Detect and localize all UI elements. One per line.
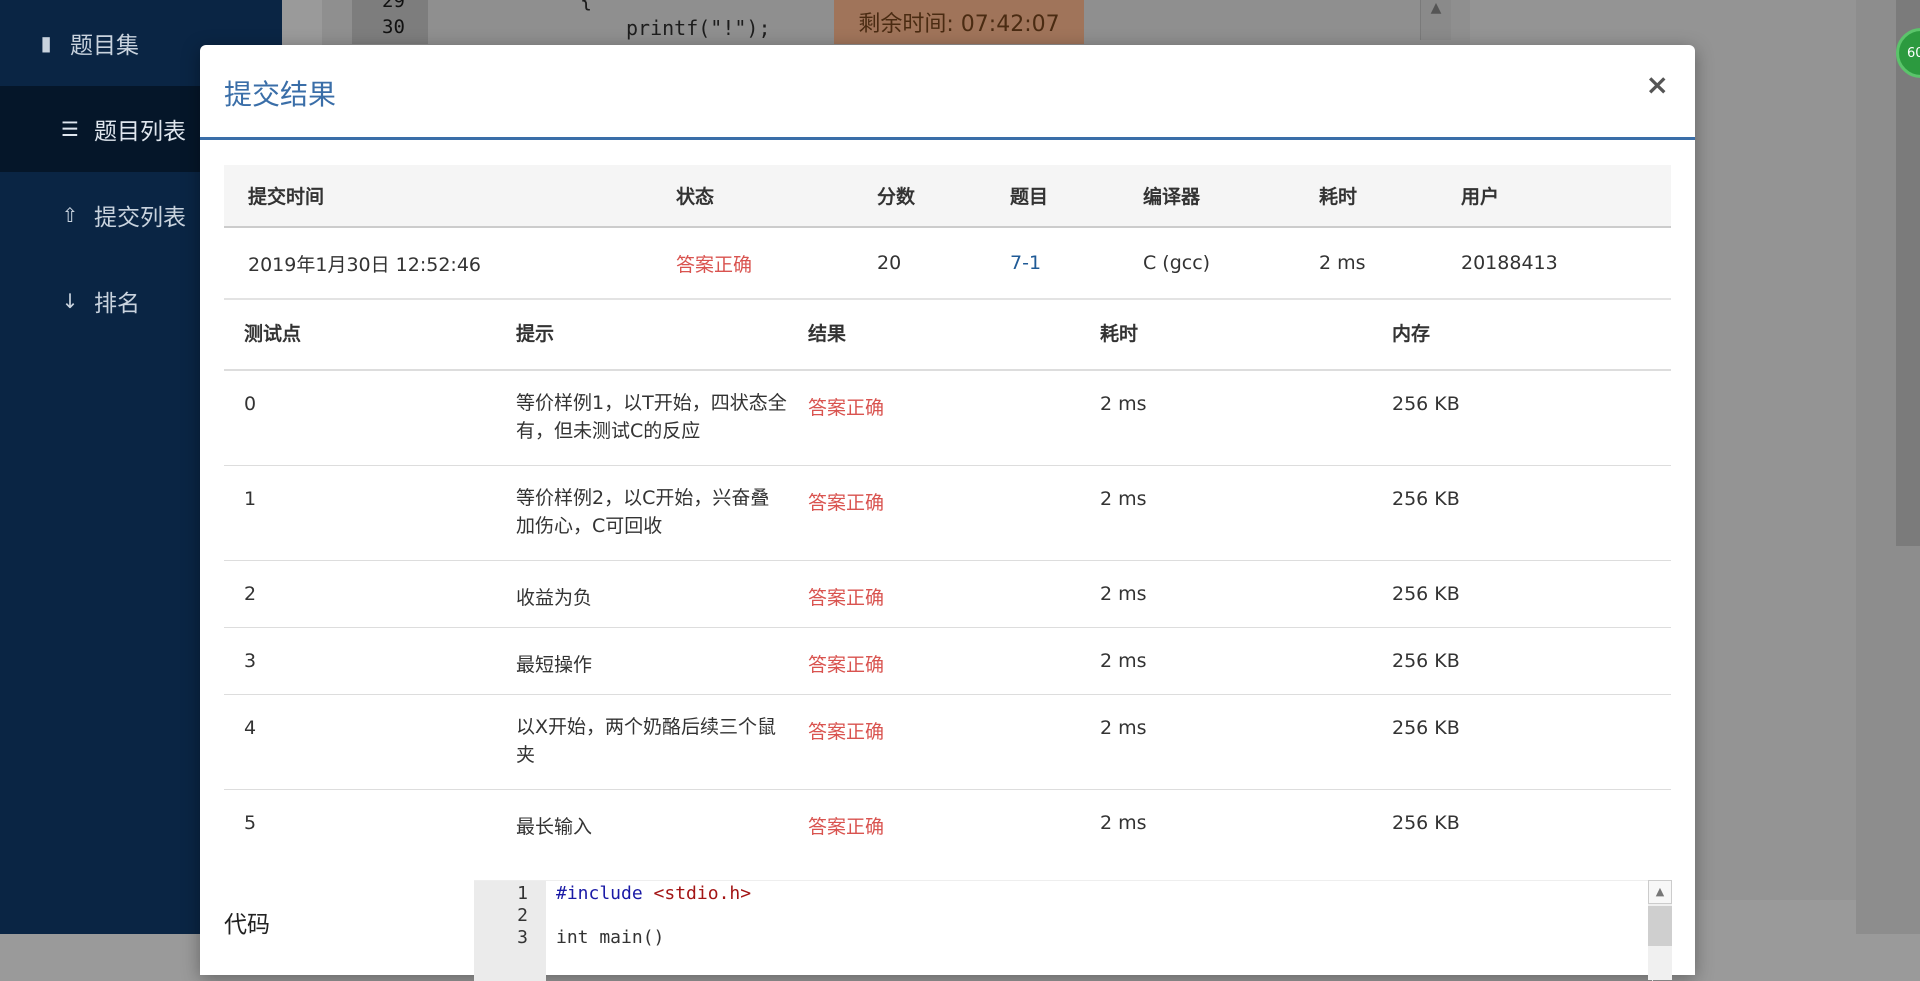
compiler: C (gcc) [1142,227,1318,300]
page-scrollbar-thumb[interactable] [1896,0,1920,546]
testcase-id: 1 [224,465,515,561]
code-line: printf("!"); [626,16,771,40]
sort-numeric-icon: ↓ [61,289,79,313]
table-row: 4 以X开始，两个奶酪后续三个鼠夹 答案正确 2 ms 256 KB [224,694,1671,790]
close-icon[interactable]: × [1646,71,1669,99]
code-line: #include <stdio.h> [556,883,751,904]
table-row: 0 等价样例1，以T开始，四状态全有，但未测试C的反应 答案正确 2 ms 25… [224,370,1671,466]
testcase-memory: 256 KB [1392,811,1460,834]
sidebar-item-label: 提交列表 [94,205,186,231]
header-testcase: 测试点 [224,295,515,371]
background-editor-gutter: 29 30 [352,0,428,44]
sidebar-item-label: 题目列表 [94,119,186,145]
problem-link[interactable]: 7-1 [1009,227,1142,300]
testcase-time: 2 ms [1099,560,1391,628]
header-status: 状态 [675,165,876,228]
testcase-memory: 256 KB [1391,560,1671,628]
code-viewer[interactable]: 1 2 3 #include <stdio.h> int main() [474,880,1670,981]
testcase-hint: 以X开始，两个奶酪后续三个鼠夹 [515,694,807,790]
header-submit-time: 提交时间 [224,165,675,228]
header-result: 结果 [807,295,1099,371]
header-time: 耗时 [1099,295,1391,371]
sidebar-item-label: 排名 [94,291,140,317]
testcase-memory: 256 KB [1391,694,1671,790]
line-number: 2 [517,905,528,926]
header-hint: 提示 [515,295,807,371]
testcase-time: 2 ms [1100,811,1147,834]
testcase-table: 测试点 提示 结果 耗时 内存 0 等价样例1，以T开始，四状态全有，但未测试C… [224,295,1671,856]
testcase-result: 答案正确 [808,815,885,838]
code-keyword: #include [556,883,643,904]
testcase-result: 答案正确 [807,465,1099,561]
code-scrollbar-thumb[interactable] [1648,906,1672,946]
testcase-hint: 最长输入 [516,815,593,838]
testcase-hint: 最短操作 [515,627,807,695]
code-brace: { [580,0,593,12]
testcase-id: 0 [224,370,515,466]
code-line: int main() [556,927,665,948]
modal-title: 提交结果 [224,78,337,111]
testcase-hint: 等价样例2，以C开始，兴奋叠加伤心，C可回收 [515,465,807,561]
testcase-memory: 256 KB [1391,627,1671,695]
list-icon: ☰ [61,117,79,141]
header-memory: 内存 [1391,295,1671,371]
user-id: 20188413 [1460,227,1671,300]
line-number: 1 [517,883,528,904]
testcase-memory: 256 KB [1391,370,1671,466]
header-duration: 耗时 [1318,165,1460,228]
summary-table: 提交时间 状态 分数 题目 编译器 耗时 用户 2019年1月30日 12:52… [224,165,1671,300]
header-user: 用户 [1460,165,1671,228]
header-score: 分数 [876,165,1009,228]
testcase-result: 答案正确 [807,560,1099,628]
remaining-time-banner: 剩余时间: 07:42:07 [834,0,1084,44]
testcase-header-row: 测试点 提示 结果 耗时 内存 [224,295,1671,371]
testcase-time: 2 ms [1099,627,1391,695]
header-problem: 题目 [1009,165,1142,228]
testcase-hint: 收益为负 [515,560,807,628]
testcase-time: 2 ms [1099,465,1391,561]
testcase-id: 5 [244,811,257,834]
code-scrollbar[interactable]: ▲ [1648,880,1672,980]
gutter-line-number: 29 [382,0,405,12]
scroll-up-icon[interactable]: ▲ [1648,880,1672,904]
code-string: <stdio.h> [653,883,752,904]
testcase-time: 2 ms [1099,694,1391,790]
testcase-id: 4 [224,694,515,790]
testcase-time: 2 ms [1099,370,1391,466]
summary-header-row: 提交时间 状态 分数 题目 编译器 耗时 用户 [224,165,1671,228]
background-scrollbar-up[interactable]: ▲ [1420,0,1451,40]
summary-row: 2019年1月30日 12:52:46 答案正确 20 7-1 C (gcc) … [224,227,1671,300]
header-compiler: 编译器 [1142,165,1318,228]
table-row: 3 最短操作 答案正确 2 ms 256 KB [224,627,1671,695]
table-row: 2 收益为负 答案正确 2 ms 256 KB [224,560,1671,628]
submit-time: 2019年1月30日 12:52:46 [224,227,675,300]
testcase-memory: 256 KB [1391,465,1671,561]
testcase-result: 答案正确 [807,627,1099,695]
testcase-result: 答案正确 [807,694,1099,790]
submission-result-modal: 提交结果 × 提交时间 状态 分数 题目 编译器 耗时 用户 2019年1月30… [200,45,1695,981]
table-row: 1 等价样例2，以C开始，兴奋叠加伤心，C可回收 答案正确 2 ms 256 K… [224,465,1671,561]
testcase-id: 3 [224,627,515,695]
page-scrollbar[interactable] [1856,0,1920,934]
line-number: 3 [517,927,528,948]
testcase-id: 2 [224,560,515,628]
code-gutter: 1 2 3 [474,881,546,981]
duration: 2 ms [1318,227,1460,300]
score: 20 [876,227,1009,300]
status-text: 答案正确 [675,227,876,300]
upload-icon: ⇧ [61,203,79,227]
table-row: 5 最长输入 答案正确 2 ms 256 KB [224,789,1671,856]
gutter-line-number: 30 [382,16,405,38]
testcase-hint: 等价样例1，以T开始，四状态全有，但未测试C的反应 [515,370,807,466]
testcase-result: 答案正确 [807,370,1099,466]
sidebar-item-label: 题目集 [70,33,139,59]
book-icon: ▮ [40,31,52,55]
modal-header: 提交结果 × [200,45,1695,140]
